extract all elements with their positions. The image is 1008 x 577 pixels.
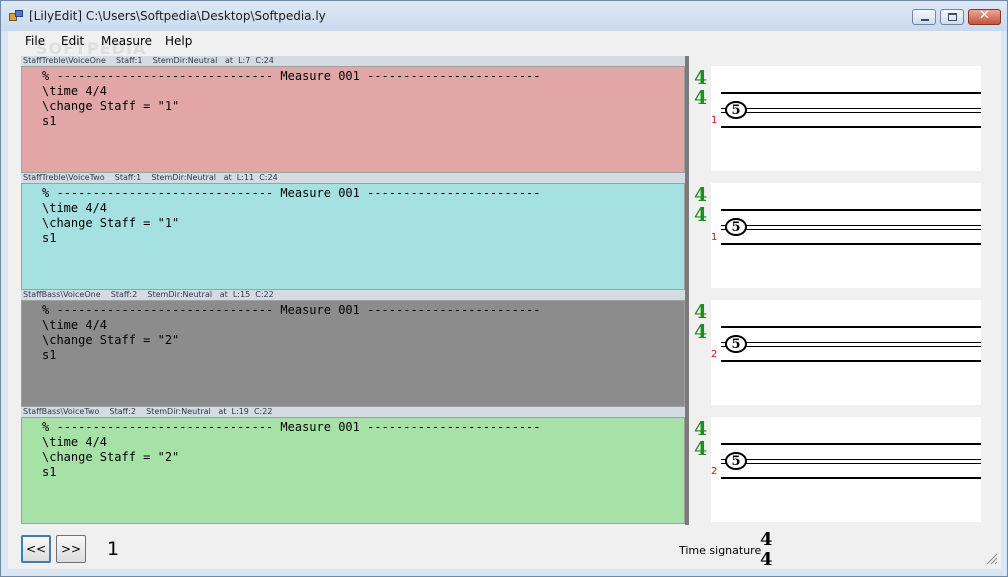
timesig-top: 4: [694, 184, 708, 206]
staff-line: [721, 360, 981, 362]
code-line: \change Staff = "2": [42, 450, 180, 464]
code-editor[interactable]: % ------------------------------ Measure…: [21, 66, 685, 173]
menu-bar: File Edit Measure Help SOFTPEDIA: [8, 31, 1001, 58]
staff-preview: 5: [711, 183, 981, 288]
measure-number: 1: [107, 538, 120, 560]
minimize-button[interactable]: [912, 9, 936, 25]
timesig-top: 4: [694, 67, 708, 89]
code-editor[interactable]: % ------------------------------ Measure…: [21, 300, 685, 407]
voice-editors: StaffTreble\VoiceOne Staff:1 StemDir:Neu…: [21, 56, 685, 525]
voice-header: StaffTreble\VoiceTwo Staff:1 StemDir:Neu…: [21, 173, 685, 183]
staff-line: [721, 243, 981, 245]
code-line: % ------------------------------ Measure…: [42, 420, 541, 434]
staff-line: [721, 229, 981, 230]
code-line: % ------------------------------ Measure…: [42, 69, 541, 83]
app-window: [LilyEdit] C:\Users\Softpedia\Desktop\So…: [0, 0, 1008, 577]
code-line: s1: [42, 114, 57, 128]
staff-line: [721, 459, 981, 460]
maximize-icon: [948, 13, 957, 21]
staff-line: [721, 112, 981, 113]
close-icon: ✕: [979, 8, 990, 23]
staff-line: [721, 225, 981, 226]
code-line: s1: [42, 231, 57, 245]
staff-number: 1: [711, 232, 718, 243]
staff-line: [721, 92, 981, 94]
staff-line: [721, 463, 981, 464]
code-line: \time 4/4: [42, 84, 108, 98]
staff-symbol-icon: 5: [725, 335, 747, 353]
code-editor[interactable]: % ------------------------------ Measure…: [21, 417, 685, 524]
code-line: \change Staff = "2": [42, 333, 180, 347]
close-button[interactable]: ✕: [968, 8, 1001, 25]
code-line: % ------------------------------ Measure…: [42, 186, 541, 200]
code-line: s1: [42, 348, 57, 362]
staff-number: 1: [711, 115, 718, 126]
title-bar[interactable]: [LilyEdit] C:\Users\Softpedia\Desktop\So…: [1, 1, 1007, 31]
splitter[interactable]: [685, 56, 689, 525]
staff-line: [721, 209, 981, 211]
app-icon[interactable]: [9, 10, 23, 22]
staff-line: [721, 342, 981, 343]
staff-line: [721, 443, 981, 445]
code-line: \time 4/4: [42, 201, 108, 215]
time-signature-label: Time signature: [679, 544, 762, 557]
staff-preview: 5: [711, 66, 981, 171]
code-line: \time 4/4: [42, 318, 108, 332]
staff-symbol-icon: 5: [725, 218, 747, 236]
next-measure-button[interactable]: >>: [56, 535, 86, 563]
voice-header: StaffTreble\VoiceOne Staff:1 StemDir:Neu…: [21, 56, 685, 66]
previous-measure-button[interactable]: <<: [21, 535, 51, 563]
voice-header: StaffBass\VoiceOne Staff:2 StemDir:Neutr…: [21, 290, 685, 300]
staff-symbol-icon: 5: [725, 101, 747, 119]
timesig-bottom: 4: [694, 321, 708, 343]
time-signature-bottom: 4: [760, 549, 773, 570]
code-line: \change Staff = "1": [42, 216, 180, 230]
timesig-bottom: 4: [694, 87, 708, 109]
voice-header: StaffBass\VoiceTwo Staff:2 StemDir:Neutr…: [21, 407, 685, 417]
code-line: \change Staff = "1": [42, 99, 180, 113]
window-title: [LilyEdit] C:\Users\Softpedia\Desktop\So…: [29, 9, 326, 23]
maximize-button[interactable]: [940, 9, 964, 25]
client-area: File Edit Measure Help SOFTPEDIA StaffTr…: [8, 31, 1001, 570]
staff-number: 2: [711, 349, 718, 360]
staff-line: [721, 477, 981, 479]
code-line: \time 4/4: [42, 435, 108, 449]
staff-preview: 5: [711, 417, 981, 522]
staff-number: 2: [711, 466, 718, 477]
staff-symbol-icon: 5: [725, 452, 747, 470]
timesig-top: 4: [694, 301, 708, 323]
resize-grip-icon[interactable]: [986, 553, 998, 565]
staff-line: [721, 326, 981, 328]
timesig-bottom: 4: [694, 204, 708, 226]
menu-help[interactable]: Help: [165, 34, 192, 48]
staff-preview: 5: [711, 300, 981, 405]
code-line: s1: [42, 465, 57, 479]
staff-line: [721, 346, 981, 347]
code-line: % ------------------------------ Measure…: [42, 303, 541, 317]
timesig-bottom: 4: [694, 438, 708, 460]
staff-line: [721, 108, 981, 109]
minimize-icon: [921, 19, 929, 21]
time-signature-top: 4: [760, 529, 773, 550]
code-editor[interactable]: % ------------------------------ Measure…: [21, 183, 685, 290]
staff-line: [721, 126, 981, 128]
timesig-top: 4: [694, 418, 708, 440]
